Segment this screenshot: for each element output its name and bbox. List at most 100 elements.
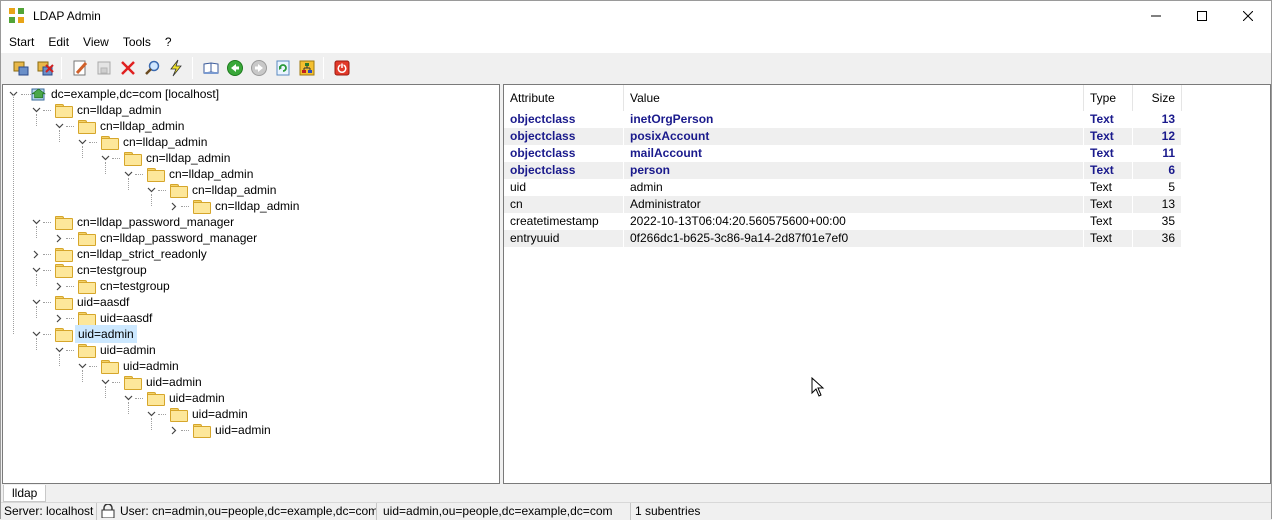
tree-node-label[interactable]: cn=lldap_admin [75,102,163,118]
chevron-right-icon[interactable] [168,198,180,214]
table-row[interactable]: uid admin Text 5 [504,179,1182,196]
exit-icon [334,60,350,76]
chevron-right-icon[interactable] [53,310,65,326]
column-header-value[interactable]: Value [624,85,1084,111]
app-logo-icon [9,8,25,24]
folder-icon [101,360,119,374]
tree-node[interactable]: uid=admin [76,358,181,374]
forward-button[interactable] [247,56,271,80]
tree-node[interactable]: uid=admin [53,342,158,358]
tab-lldap[interactable]: lldap [3,485,47,502]
tree-node[interactable]: cn=lldap_password_manager [53,230,259,246]
column-header-type[interactable]: Type [1084,85,1133,111]
tree-root-row[interactable]: dc=example,dc=com [localhost] [7,86,221,102]
table-row[interactable]: entryuuid 0f266dc1-b625-3c86-9a14-2d87f01… [504,230,1182,247]
tree-node[interactable]: uid=admin [145,406,250,422]
tree-node[interactable]: cn=lldap_admin [168,198,301,214]
tree-node-label[interactable]: cn=lldap_admin [213,198,301,214]
tree-node[interactable]: cn=lldap_admin [76,134,209,150]
column-header-size[interactable]: Size [1133,85,1182,111]
close-button[interactable] [1225,1,1271,31]
tree-node-label[interactable]: uid=admin [167,390,227,406]
tree-node-label[interactable]: cn=lldap_admin [144,150,232,166]
tree-node[interactable]: uid=admin [99,374,204,390]
table-row[interactable]: objectclass person Text 6 [504,162,1182,179]
folder-icon [55,296,73,310]
refresh-button[interactable] [271,56,295,80]
tree-root-label[interactable]: dc=example,dc=com [localhost] [49,86,221,102]
table-row[interactable]: objectclass mailAccount Text 11 [504,145,1182,162]
search-icon [145,60,160,75]
tree-node[interactable]: cn=lldap_admin [122,166,255,182]
lightning-button[interactable] [164,56,188,80]
table-row[interactable]: cn Administrator Text 13 [504,196,1182,213]
column-header-attribute[interactable]: Attribute [504,85,624,111]
tree-icon [299,60,315,76]
folder-icon [124,376,142,390]
tree-node-label[interactable]: uid=admin [213,422,273,438]
tree-node-label[interactable]: cn=lldap_admin [190,182,278,198]
menu-tools[interactable]: Tools [116,35,158,49]
status-user-text: User: cn=admin,ou=people,dc=example,dc=c… [120,504,377,518]
tree-node[interactable]: uid=admin [122,390,227,406]
table-row[interactable]: objectclass posixAccount Text 12 [504,128,1182,145]
chevron-right-icon[interactable] [53,230,65,246]
delete-button[interactable] [116,56,140,80]
tree-node-label[interactable]: uid=admin [190,406,250,422]
save-button[interactable] [92,56,116,80]
tree-node-label[interactable]: uid=admin [75,325,137,343]
tree-button[interactable] [295,56,319,80]
cell-type: Text [1084,145,1133,162]
table-row[interactable]: objectclass inetOrgPerson Text 13 [504,111,1182,128]
attributes-panel[interactable]: Attribute Value Type Size objectclass ine… [503,84,1271,484]
title-bar[interactable]: LDAP Admin [1,1,1271,31]
tree-node-label[interactable]: cn=lldap_password_manager [98,230,259,246]
back-button[interactable] [223,56,247,80]
maximize-button[interactable] [1179,1,1225,31]
tree-node[interactable]: cn=lldap_admin [53,118,186,134]
tree-node[interactable]: uid=aasdf [53,310,154,326]
book-button[interactable] [199,56,223,80]
tree-node[interactable]: cn=lldap_admin [30,102,163,118]
tree-node[interactable]: cn=testgroup [53,278,172,294]
tree-node-label[interactable]: cn=lldap_admin [121,134,209,150]
tree-node[interactable]: cn=lldap_admin [145,182,278,198]
chevron-right-icon[interactable] [53,278,65,294]
tree-node-label[interactable]: uid=aasdf [75,294,131,310]
tree-node-label[interactable]: cn=lldap_strict_readonly [75,246,209,262]
tree-node-label[interactable]: cn=lldap_admin [167,166,255,182]
menu-edit[interactable]: Edit [41,35,76,49]
search-button[interactable] [140,56,164,80]
tree-node-label[interactable]: cn=testgroup [98,278,172,294]
menu-help[interactable]: ? [158,35,179,49]
directory-tree[interactable]: dc=example,dc=com [localhost] cn=lldap_a… [2,84,500,484]
folder-icon [170,184,188,198]
edit-entry-button[interactable] [68,56,92,80]
folder-icon [78,280,96,294]
tree-node[interactable]: uid=admin [30,325,137,343]
tree-node-label[interactable]: uid=admin [144,374,204,390]
tree-node-label[interactable]: cn=lldap_password_manager [75,214,236,230]
connect-button[interactable] [9,56,33,80]
table-row[interactable]: createtimestamp 2022-10-13T06:04:20.56057… [504,213,1182,230]
chevron-right-icon[interactable] [168,422,180,438]
tree-node[interactable]: uid=aasdf [30,294,131,310]
tree-node-label[interactable]: cn=lldap_admin [98,118,186,134]
menu-start[interactable]: Start [1,35,41,49]
tree-node[interactable]: cn=lldap_strict_readonly [30,246,209,262]
exit-button[interactable] [330,56,354,80]
tree-node[interactable]: uid=admin [168,422,273,438]
tree-node[interactable]: cn=testgroup [30,262,149,278]
folder-icon [78,344,96,358]
tree-node-label[interactable]: uid=admin [121,358,181,374]
tree-node-label[interactable]: cn=testgroup [75,262,149,278]
tree-node-label[interactable]: uid=admin [98,342,158,358]
minimize-button[interactable] [1133,1,1179,31]
toolbar-separator [192,57,193,79]
chevron-right-icon[interactable] [30,246,42,262]
menu-view[interactable]: View [76,35,116,49]
tree-node-label[interactable]: uid=aasdf [98,310,154,326]
tree-node[interactable]: cn=lldap_admin [99,150,232,166]
tree-node[interactable]: cn=lldap_password_manager [30,214,236,230]
disconnect-button[interactable] [33,56,57,80]
